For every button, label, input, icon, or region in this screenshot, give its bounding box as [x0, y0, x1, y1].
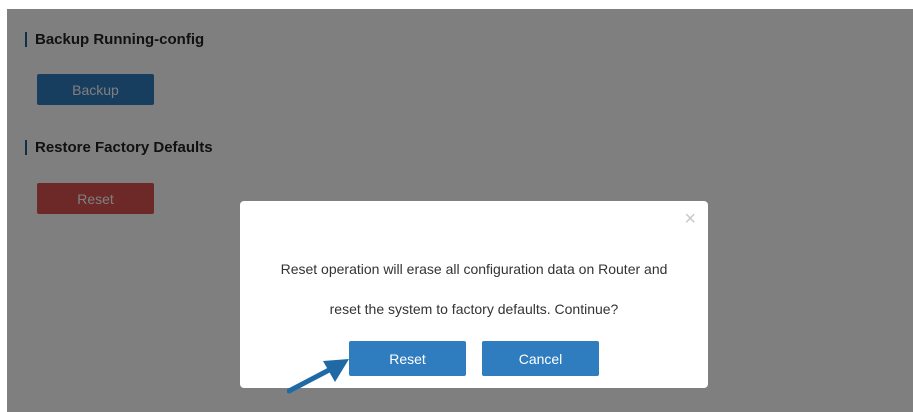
confirm-reset-button[interactable]: Reset	[349, 341, 466, 376]
arrow-shaft	[287, 366, 334, 394]
cancel-button[interactable]: Cancel	[482, 341, 599, 376]
settings-frame: Backup Running-config Backup Restore Fac…	[7, 9, 913, 412]
dialog-message-line-1: Reset operation will erase all configura…	[280, 261, 668, 277]
dialog-message-line-2: reset the system to factory defaults. Co…	[329, 301, 619, 317]
pointer-arrow-icon	[287, 359, 349, 394]
close-icon[interactable]: ×	[684, 209, 696, 229]
